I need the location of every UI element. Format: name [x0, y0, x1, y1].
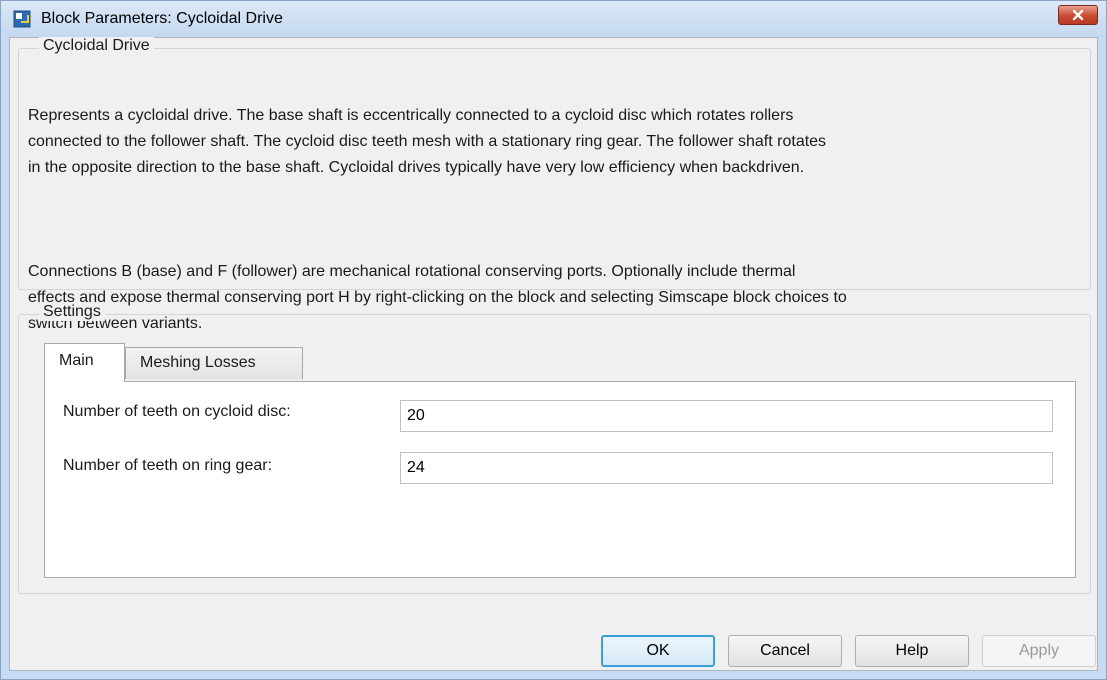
close-icon: [1072, 9, 1084, 21]
apply-button: Apply: [982, 635, 1096, 667]
close-button[interactable]: [1058, 5, 1098, 25]
cycloid-disc-teeth-field[interactable]: [400, 400, 1053, 432]
description-group-label: Cycloidal Drive: [39, 37, 154, 55]
tab-main[interactable]: Main: [44, 343, 125, 382]
description-group: Cycloidal Drive Represents a cycloidal d…: [18, 37, 1091, 332]
ok-button[interactable]: OK: [601, 635, 715, 667]
tab-meshing-losses[interactable]: Meshing Losses: [125, 347, 303, 379]
ring-gear-teeth-label: Number of teeth on ring gear:: [63, 457, 273, 474]
simulink-block-icon: [13, 10, 31, 28]
ring-gear-teeth-field[interactable]: [400, 452, 1053, 484]
cancel-button[interactable]: Cancel: [728, 635, 842, 667]
settings-group-label: Settings: [39, 303, 105, 321]
title-bar[interactable]: Block Parameters: Cycloidal Drive: [1, 1, 1106, 37]
description-paragraph-1: Represents a cycloidal drive. The base s…: [28, 107, 827, 176]
dialog-window: Block Parameters: Cycloidal Drive Cycloi…: [0, 0, 1107, 680]
tab-panel-main: Number of teeth on cycloid disc: Number …: [44, 381, 1076, 578]
cycloid-disc-teeth-label: Number of teeth on cycloid disc:: [63, 403, 291, 420]
window-title: Block Parameters: Cycloidal Drive: [41, 10, 283, 27]
dialog-client-area: Cycloidal Drive Represents a cycloidal d…: [9, 37, 1098, 671]
help-button[interactable]: Help: [855, 635, 969, 667]
